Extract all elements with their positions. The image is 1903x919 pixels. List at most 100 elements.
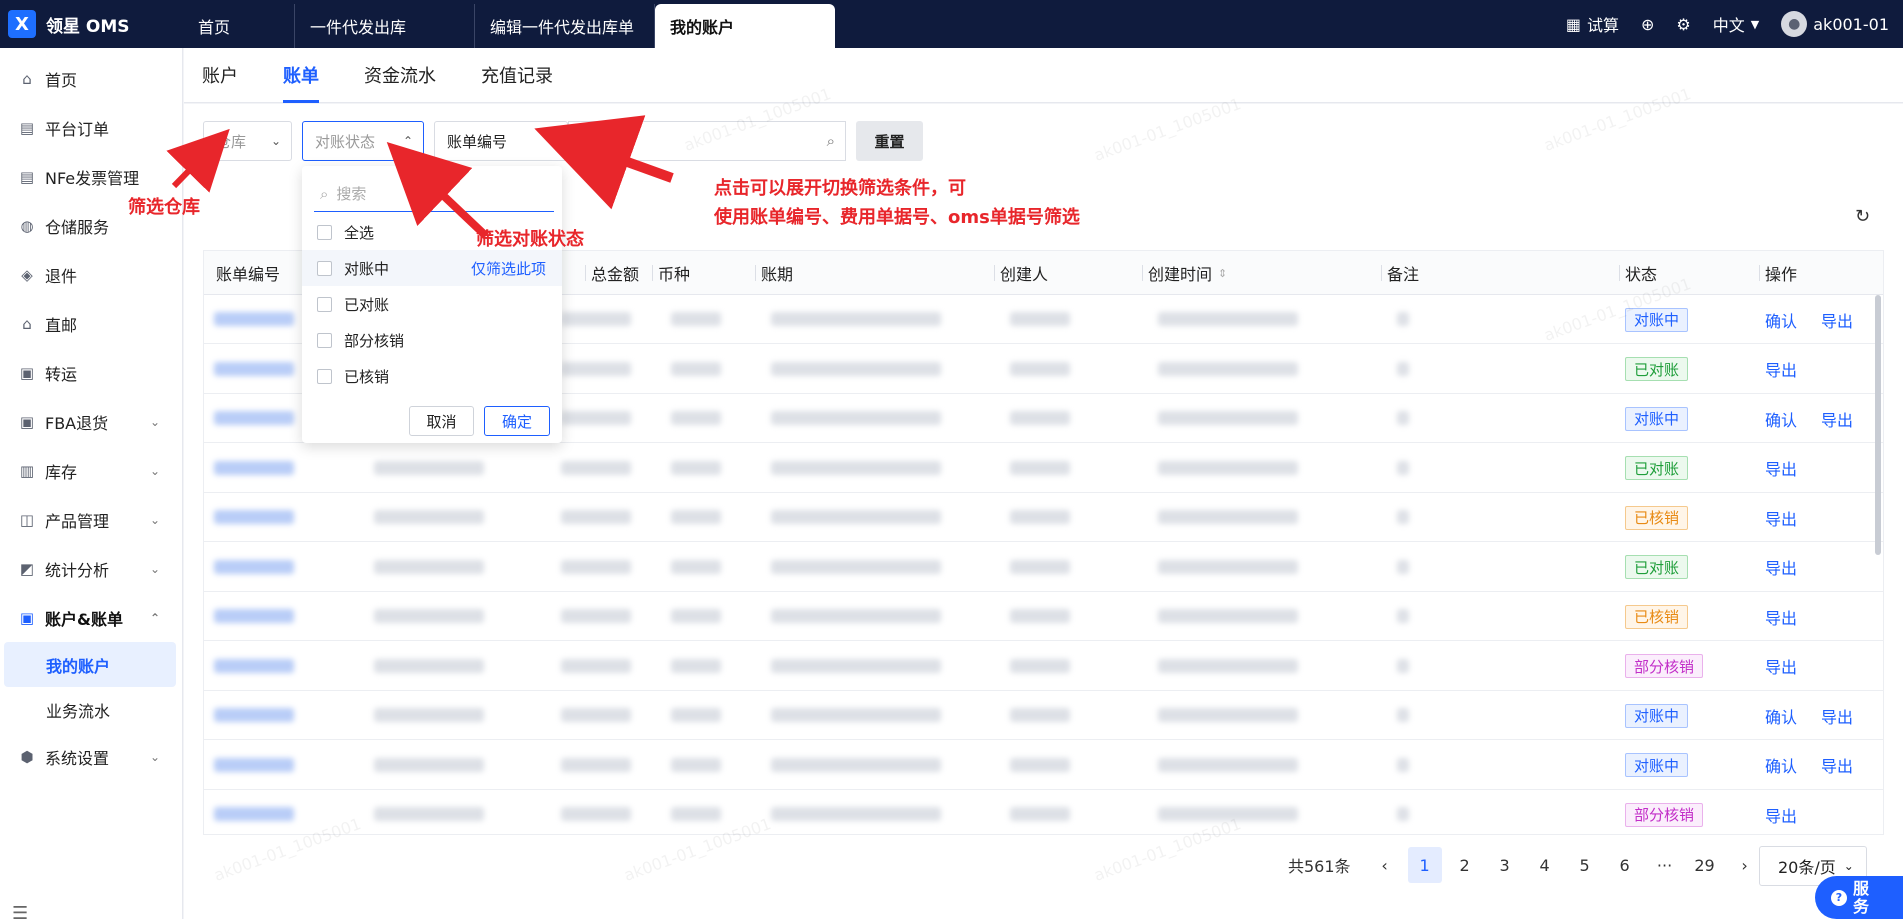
table-scrollbar[interactable] — [1875, 295, 1881, 555]
table-row: 已核销 导出 — [204, 493, 1883, 542]
user-menu[interactable]: ● ak001-01 — [1781, 11, 1889, 37]
redacted-cell — [1158, 361, 1298, 376]
checkbox[interactable] — [317, 224, 332, 240]
option-reconciling[interactable]: 对账中 仅筛选此项 — [302, 250, 562, 286]
page-6[interactable]: 6 — [1605, 847, 1645, 883]
dropdown-ok-button[interactable]: 确定 — [484, 406, 550, 436]
subtab-recharge-records[interactable]: 充值记录 — [481, 48, 553, 103]
page-1[interactable]: 1 — [1407, 847, 1442, 883]
redacted-cell — [1397, 361, 1409, 376]
download-icon: ⊕ — [1641, 14, 1655, 34]
settings-button[interactable]: ⚙ — [1676, 15, 1690, 34]
subtab-bills[interactable]: 账单 — [283, 48, 319, 103]
language-select[interactable]: 中文 ▼ — [1713, 12, 1759, 36]
sidebar-item-business-flow[interactable]: 业务流水 — [0, 687, 182, 732]
only-this-link[interactable]: 仅筛选此项 — [471, 258, 546, 279]
option-reconciled[interactable]: 已对账 — [302, 286, 562, 322]
sidebar-item-products[interactable]: ◫ 产品管理 ⌄ — [0, 495, 182, 544]
checkbox[interactable] — [317, 296, 332, 312]
page-4[interactable]: 4 — [1525, 847, 1565, 883]
checkbox[interactable] — [317, 332, 332, 348]
export-link[interactable]: 导出 — [1765, 605, 1797, 629]
confirm-link[interactable]: 确认 — [1765, 407, 1797, 431]
sort-icon[interactable]: ⇕ — [1218, 267, 1227, 280]
redacted-cell — [374, 757, 484, 772]
page-3[interactable]: 3 — [1485, 847, 1525, 883]
sidebar-item-statistics[interactable]: ◩ 统计分析 ⌄ — [0, 544, 182, 593]
sidebar-item-system-settings[interactable]: ⬢ 系统设置 ⌄ — [0, 732, 182, 781]
sidebar-item-transfer[interactable]: ▣ 转运 — [0, 348, 182, 397]
export-link[interactable]: 导出 — [1765, 506, 1797, 530]
dropdown-cancel-button[interactable]: 取消 — [409, 406, 474, 436]
checkbox[interactable] — [317, 260, 332, 276]
redacted-cell — [374, 708, 484, 722]
page-5[interactable]: 5 — [1565, 847, 1605, 883]
page-ellipsis[interactable]: ··· — [1645, 847, 1685, 883]
download-button[interactable]: ⊕ — [1641, 15, 1654, 34]
bill-number-type-select[interactable]: 账单编号 ⌄ — [434, 121, 568, 161]
trial-button[interactable]: ▦ 试算 — [1566, 12, 1619, 36]
redacted-cell — [561, 807, 631, 821]
tab-edit-dropship-outbound[interactable]: 编辑一件代发出库单 — [475, 4, 655, 48]
sidebar-item-label: 仓储服务 — [45, 217, 110, 237]
prev-page-icon[interactable]: ‹ — [1365, 847, 1405, 883]
sidebar-item-direct-mail[interactable]: ⌂ 直邮 — [0, 299, 182, 348]
bill-number-link[interactable] — [214, 361, 294, 376]
tab-home[interactable]: 首页 — [183, 4, 295, 48]
confirm-link[interactable]: 确认 — [1765, 704, 1797, 728]
bill-number-link[interactable] — [214, 708, 294, 722]
sidebar-item-nfe-invoice[interactable]: ▤ NFe发票管理 — [0, 152, 182, 201]
bill-number-link[interactable] — [214, 609, 294, 623]
bill-number-link[interactable] — [214, 460, 294, 475]
export-link[interactable]: 导出 — [1821, 308, 1853, 332]
customer-service-button[interactable]: ? 服务 — [1815, 876, 1903, 919]
dropdown-search-input[interactable]: ⌕ 搜索 — [314, 176, 554, 212]
sidebar-item-fba-returns[interactable]: ▣ FBA退货 ⌄ — [0, 397, 182, 446]
refresh-icon[interactable]: ↻ — [1855, 206, 1870, 227]
bill-number-link[interactable] — [214, 757, 294, 772]
sidebar-item-inventory[interactable]: ▥ 库存 ⌄ — [0, 446, 182, 495]
sidebar-item-returns[interactable]: ◈ 退件 — [0, 250, 182, 299]
bill-number-link[interactable] — [214, 559, 294, 574]
bill-number-link[interactable] — [214, 807, 294, 821]
export-link[interactable]: 导出 — [1765, 654, 1797, 678]
bill-number-link[interactable] — [214, 658, 294, 673]
reset-button[interactable]: 重置 — [856, 121, 923, 161]
total-count: 共561条 — [1288, 857, 1351, 876]
redacted-cell — [561, 757, 631, 772]
export-link[interactable]: 导出 — [1765, 555, 1797, 579]
sidebar-item-home[interactable]: ⌂ 首页 — [0, 54, 182, 103]
bill-number-link[interactable] — [214, 411, 294, 425]
checkbox[interactable] — [317, 368, 332, 384]
page-2[interactable]: 2 — [1445, 847, 1485, 883]
export-link[interactable]: 导出 — [1765, 803, 1797, 827]
reconcile-status-filter[interactable]: 对账状态 ⌃ — [302, 121, 424, 161]
page-29[interactable]: 29 — [1685, 847, 1725, 883]
brand-name: 领星 OMS — [46, 16, 130, 37]
export-link[interactable]: 导出 — [1821, 407, 1853, 431]
chevron-down-icon: ⌄ — [149, 749, 160, 764]
sidebar-item-account-bills[interactable]: ▣ 账户&账单 ⌃ — [0, 593, 182, 642]
redacted-cell — [561, 411, 631, 425]
actions-cell: 导出 — [1765, 444, 1821, 493]
bill-number-link[interactable] — [214, 510, 294, 524]
bill-number-link[interactable] — [214, 312, 294, 326]
option-written-off[interactable]: 已核销 — [302, 358, 562, 394]
confirm-link[interactable]: 确认 — [1765, 308, 1797, 332]
export-link[interactable]: 导出 — [1765, 456, 1797, 480]
option-partial-writeoff[interactable]: 部分核销 — [302, 322, 562, 358]
export-link[interactable]: 导出 — [1821, 753, 1853, 777]
col-created-time[interactable]: 创建时间 ⇕ — [1141, 251, 1227, 295]
sidebar-item-platform-orders[interactable]: ▤ 平台订单 — [0, 103, 182, 152]
export-link[interactable]: 导出 — [1765, 357, 1797, 381]
sidebar-item-my-account[interactable]: 我的账户 — [4, 642, 176, 687]
collapse-menu-icon[interactable]: ☰ — [12, 903, 28, 919]
tab-my-account[interactable]: 我的账户 — [655, 4, 835, 48]
confirm-link[interactable]: 确认 — [1765, 753, 1797, 777]
warehouse-filter[interactable]: 仓库 ⌄ — [203, 121, 292, 161]
export-link[interactable]: 导出 — [1821, 704, 1853, 728]
subtab-account[interactable]: 账户 — [202, 48, 238, 103]
brand[interactable]: X 领星 OMS — [0, 10, 183, 38]
subtab-fund-flow[interactable]: 资金流水 — [364, 48, 436, 103]
tab-dropship-outbound[interactable]: 一件代发出库 — [295, 4, 475, 48]
